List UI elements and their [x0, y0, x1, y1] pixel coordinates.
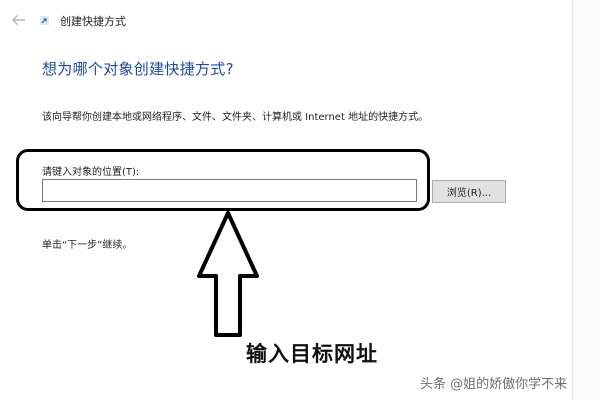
title-bar: 创建快捷方式	[0, 0, 600, 40]
next-step-hint: 单击“下一步”继续。	[42, 240, 133, 251]
wizard-heading: 想为哪个对象创建快捷方式?	[42, 60, 234, 78]
create-shortcut-dialog: 创建快捷方式 想为哪个对象创建快捷方式? 该向导帮你创建本地或网络程序、文件、文…	[0, 0, 600, 400]
window-margin	[573, 0, 600, 400]
back-button[interactable]	[10, 11, 28, 29]
wizard-description: 该向导帮你创建本地或网络程序、文件、文件夹、计算机或 Internet 地址的快…	[42, 112, 429, 123]
up-arrow-icon	[197, 211, 259, 337]
browse-button[interactable]: 浏览(R)...	[432, 180, 506, 203]
watermark: 头条 @姐的娇傲你学不来	[420, 377, 568, 392]
annotation-label: 输入目标网址	[246, 342, 378, 366]
window-title: 创建快捷方式	[60, 15, 126, 28]
back-arrow-icon	[12, 14, 25, 26]
location-input[interactable]	[42, 179, 417, 202]
location-label: 请键入对象的位置(T):	[42, 167, 140, 178]
shortcut-icon	[40, 16, 49, 25]
